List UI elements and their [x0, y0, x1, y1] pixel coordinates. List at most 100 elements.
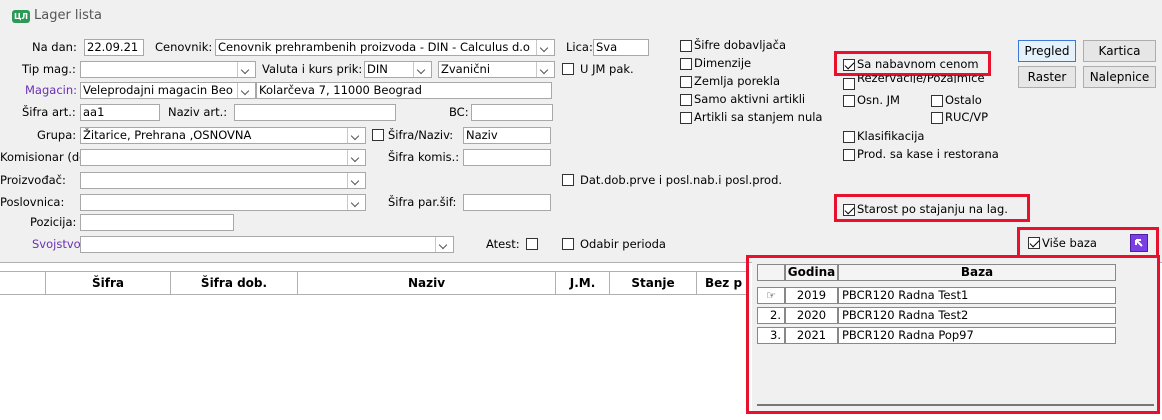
naziv-art-label: Naziv art.: [168, 105, 228, 119]
valuta-select[interactable]: DIN [364, 61, 432, 78]
cenovnik-value: Cenovnik prehrambenih proizvoda - DIN - … [218, 40, 530, 54]
proizvodjac-select[interactable] [80, 172, 366, 189]
osn-jm-checkbox[interactable] [843, 95, 855, 107]
sifra-par-label: Šifra par.šif: [388, 195, 457, 209]
chevron-down-icon[interactable] [347, 150, 365, 165]
valuta-label: Valuta i kurs prik: [262, 62, 363, 76]
ruc-vp-label: RUC/VP [945, 110, 989, 124]
lica-input[interactable]: Sva [593, 39, 649, 56]
ostalo-label: Ostalo [945, 93, 982, 107]
ostalo-checkbox[interactable] [931, 95, 943, 107]
valuta-value: DIN [367, 62, 388, 76]
sifre-dobavljaca-checkbox[interactable] [680, 40, 692, 52]
klasifikacija-checkbox[interactable] [843, 131, 855, 143]
sifra-art-label: Šifra art.: [22, 105, 76, 119]
chevron-down-icon[interactable] [413, 62, 431, 77]
col-jm[interactable]: J.M. [556, 272, 610, 294]
kurs-select[interactable]: Zvanični [438, 61, 555, 78]
magacin-address: Kolarčeva 7, 11000 Beograd [256, 82, 552, 99]
sifre-dobavljaca-label: Šifre dobavljača [694, 38, 787, 52]
lica-label: Lica: [566, 40, 593, 54]
app-logo-icon: ЦЛ [12, 10, 30, 23]
zemlja-porekla-checkbox[interactable] [680, 76, 692, 88]
cenovnik-select[interactable]: Cenovnik prehrambenih proizvoda - DIN - … [215, 39, 555, 56]
sifra-naziv-checkbox[interactable] [372, 129, 384, 141]
u-jm-pak-label: U JM pak. [580, 62, 634, 76]
rezervacije-checkbox[interactable] [843, 78, 855, 90]
na-dan-input[interactable]: 22.09.21 [84, 39, 144, 56]
svojstvo-select[interactable] [80, 236, 454, 253]
atest-label: Atest: [486, 237, 520, 251]
chevron-down-icon[interactable] [435, 237, 453, 252]
proizvodjac-label: Proizvođač: [0, 173, 66, 187]
highlight-bases-popup [746, 255, 1160, 414]
dimenzije-label: Dimenzije [694, 56, 752, 70]
komisionar-select[interactable] [80, 149, 366, 166]
sifra-komis-label: Šifra komis.: [388, 150, 460, 164]
magacin-select[interactable]: Veleprodajni magacin Beo [80, 82, 256, 99]
chevron-down-icon[interactable] [347, 173, 365, 188]
pozicija-label: Pozicija: [30, 215, 77, 229]
chevron-down-icon[interactable] [347, 128, 365, 143]
bc-input[interactable] [471, 104, 553, 121]
dat-dob-checkbox[interactable] [562, 174, 574, 186]
dat-dob-label: Dat.dob.prve i posl.nab.i posl.prod. [580, 173, 783, 187]
cenovnik-label: Cenovnik: [155, 40, 213, 54]
naziv-art-input[interactable] [234, 104, 396, 121]
col-sifra-dob[interactable]: Šifra dob. [171, 272, 298, 294]
pozicija-input[interactable] [80, 214, 234, 231]
chevron-down-icon[interactable] [347, 195, 365, 210]
raster-button[interactable]: Raster [1018, 66, 1076, 88]
poslovnica-label: Poslovnica: [0, 195, 65, 209]
highlight-sa-nabavnom [834, 51, 991, 76]
samo-aktivni-label: Samo aktivni artikli [694, 92, 806, 106]
poslovnica-select[interactable] [80, 194, 366, 211]
odabir-perioda-checkbox[interactable] [562, 238, 574, 250]
pregled-button[interactable]: Pregled [1018, 40, 1076, 62]
sifra-naziv-input[interactable]: Naziv [463, 127, 551, 144]
chevron-down-icon[interactable] [536, 40, 554, 55]
artikli-nula-label: Artikli sa stanjem nula [694, 110, 823, 124]
grid-header-divider-bottom [0, 294, 748, 295]
bc-label: BC: [449, 105, 469, 119]
artikli-nula-checkbox[interactable] [680, 112, 692, 124]
klasifikacija-label: Klasifikacija [857, 129, 925, 143]
chevron-down-icon[interactable] [237, 83, 255, 98]
rezervacije-label: Rezervacije/Pozajmice [857, 75, 985, 83]
tip-mag-label: Tip mag.: [22, 62, 76, 76]
chevron-down-icon[interactable] [237, 62, 255, 77]
sifra-naziv-label: Šifra/Naziv: [388, 128, 454, 142]
sifra-par-input[interactable] [463, 194, 551, 211]
dimenzije-checkbox[interactable] [680, 58, 692, 70]
ruc-vp-checkbox[interactable] [931, 112, 943, 124]
u-jm-pak-checkbox[interactable] [562, 63, 574, 75]
magacin-value: Veleprodajni magacin Beo [83, 83, 233, 97]
grupa-value: Žitarice, Prehrana ,OSNOVNA [83, 128, 252, 142]
col-bez-p[interactable]: Bez p [697, 272, 748, 294]
svojstvo-label[interactable]: Svojstvo: [32, 236, 85, 252]
highlight-vise-baza [1017, 227, 1159, 258]
sifra-komis-input[interactable] [463, 149, 551, 166]
samo-aktivni-checkbox[interactable] [680, 94, 692, 106]
nalepnice-button[interactable]: Nalepnice [1083, 66, 1156, 88]
title-bar: ЦЛ Lager lista [0, 0, 1162, 34]
sifra-art-input[interactable]: aa1 [80, 104, 160, 121]
tip-mag-select[interactable] [80, 61, 256, 78]
chevron-down-icon[interactable] [536, 62, 554, 77]
prod-kase-checkbox[interactable] [843, 149, 855, 161]
kartica-button[interactable]: Kartica [1083, 40, 1156, 62]
col-naziv[interactable]: Naziv [298, 272, 556, 294]
col-sifra[interactable]: Šifra [46, 272, 171, 294]
atest-checkbox[interactable] [526, 238, 538, 250]
grid-header-row-indicator [0, 272, 46, 294]
prod-kase-label: Prod. sa kase i restorana [857, 147, 999, 161]
magacin-label[interactable]: Magacin: [25, 82, 77, 98]
window-title: Lager lista [34, 8, 102, 23]
zemlja-porekla-label: Zemlja porekla [694, 74, 781, 88]
grupa-select[interactable]: Žitarice, Prehrana ,OSNOVNA [80, 127, 366, 144]
highlight-starost [834, 194, 1030, 222]
odabir-perioda-label: Odabir perioda [580, 237, 666, 251]
kurs-value: Zvanični [441, 62, 491, 76]
grupa-label: Grupa: [37, 128, 77, 142]
col-stanje[interactable]: Stanje [610, 272, 697, 294]
